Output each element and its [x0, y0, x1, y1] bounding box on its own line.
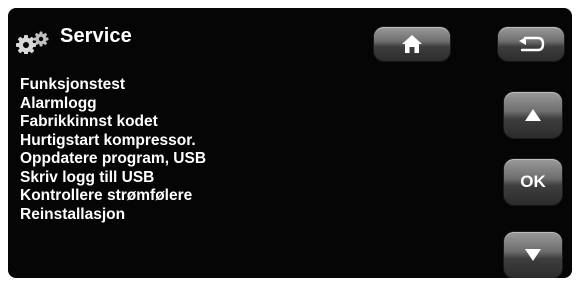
home-button[interactable] — [374, 27, 450, 61]
service-menu: Funksjonstest Alarmlogg Fabrikkinnst kod… — [20, 76, 206, 224]
arrow-down-icon — [525, 249, 541, 261]
back-arrow-icon — [519, 36, 545, 52]
ok-button-label: OK — [520, 172, 546, 191]
menu-item-hurtigstart[interactable]: Hurtigstart kompressor. — [20, 132, 206, 151]
scroll-down-button[interactable] — [504, 232, 562, 278]
scroll-up-button[interactable] — [504, 92, 562, 138]
menu-item-kontrollere-stromfolere[interactable]: Kontrollere strømfølere — [20, 187, 206, 206]
menu-item-oppdatere-program[interactable]: Oppdatere program, USB — [20, 150, 206, 169]
home-icon — [402, 35, 422, 53]
arrow-up-icon — [525, 109, 541, 121]
menu-item-reinstallasjon[interactable]: Reinstallasjon — [20, 206, 206, 225]
menu-item-fabrikkinnst[interactable]: Fabrikkinnst kodet — [20, 113, 206, 132]
ok-button[interactable]: OK — [504, 159, 562, 205]
display-screen: Service Funksjonstest Alarmlogg Fabrikki… — [8, 8, 572, 278]
back-button[interactable] — [498, 27, 564, 61]
menu-item-skriv-logg[interactable]: Skriv logg till USB — [20, 169, 206, 188]
page-title: Service — [60, 25, 132, 47]
menu-item-alarmlogg[interactable]: Alarmlogg — [20, 95, 206, 114]
menu-item-funksjonstest[interactable]: Funksjonstest — [20, 76, 206, 95]
gears-icon — [16, 31, 49, 54]
